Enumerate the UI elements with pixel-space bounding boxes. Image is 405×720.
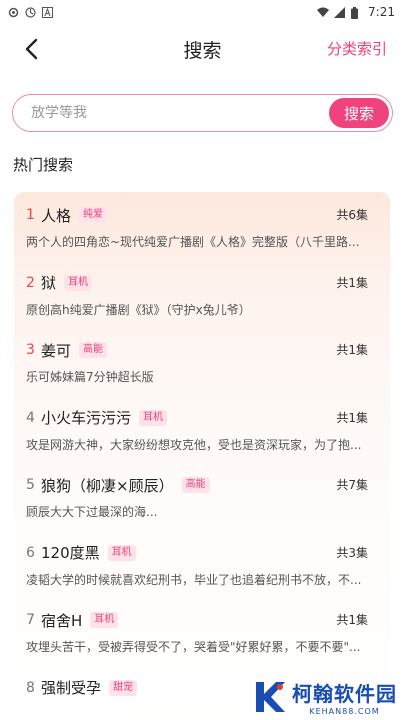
a-letter-icon bbox=[42, 6, 53, 18]
item-title-row: 6 120度黑 耳机 bbox=[26, 543, 378, 563]
hot-search-item[interactable]: 1 人格 纯爱 共6集两个人的四角恋~现代纯爱广播剧《人格》完整版（八千里路... bbox=[26, 192, 378, 260]
item-name: 人格 bbox=[41, 206, 72, 225]
watermark-name: 柯翰软件园 bbox=[292, 682, 397, 706]
item-description: 乐可姊妹篇7分钟超长版 bbox=[26, 370, 154, 384]
item-tag-badge: 甜宠 bbox=[109, 679, 138, 696]
hot-search-item[interactable]: 7 宿舍H 耳机 共1集攻埋头苦干，受被弄得受不了，哭着受"好累好累，不要不要"... bbox=[26, 597, 378, 665]
item-title-row: 2 狱耳机 bbox=[26, 273, 378, 293]
search-button[interactable]: 搜索 bbox=[329, 98, 389, 128]
hot-search-item[interactable]: 6 120度黑 耳机 共3集凌韬大学的时候就喜欢纪刑书，毕业了也追着纪刑书不放，不..… bbox=[26, 530, 378, 598]
item-episode-count: 共6集 bbox=[336, 208, 368, 222]
item-description: 凌韬大学的时候就喜欢纪刑书，毕业了也追着纪刑书不放，不... bbox=[26, 572, 362, 587]
header: 搜索 分类索引 bbox=[0, 24, 405, 74]
item-rank: 8 bbox=[26, 679, 35, 696]
chevron-left-icon bbox=[25, 38, 38, 60]
item-episode-count: 共1集 bbox=[336, 275, 368, 290]
item-name: 姜可 bbox=[41, 341, 72, 360]
item-description: 攻埋头苦干，受被弄得受不了，哭着受"好累好累，不要不要"... bbox=[26, 640, 361, 654]
item-tag-badge: 纯爱 bbox=[79, 207, 108, 223]
hot-search-item[interactable]: 4 小火车污污污 耳机 共1集攻是网游大神，大家纷纷想攻克他，受也是资深玩家，为了抱.… bbox=[26, 395, 378, 463]
target-icon bbox=[25, 6, 36, 18]
watermark: 柯翰软件园 KEHAN88.COM bbox=[250, 678, 397, 716]
item-name: 狱 bbox=[41, 274, 57, 292]
item-episode-count: 共7集 bbox=[336, 478, 368, 492]
status-time: 7:21 bbox=[368, 5, 395, 19]
item-title-row: 1 人格 纯爱 bbox=[26, 205, 378, 225]
item-title-row: 7 宿舍H 耳机 bbox=[26, 610, 378, 630]
item-tag-badge: 耳机 bbox=[64, 274, 93, 291]
item-rank: 4 bbox=[26, 409, 35, 426]
item-description: 攻是网游大神，大家纷纷想攻克他，受也是资深玩家，为了抱... bbox=[26, 437, 362, 452]
back-button[interactable] bbox=[18, 36, 44, 62]
battery-icon bbox=[351, 6, 362, 19]
hot-search-item[interactable]: 2 狱耳机 共1集 原创高h纯爱广播剧《狱》（守护x兔儿爷） bbox=[26, 260, 378, 328]
item-tag-badge: 耳机 bbox=[90, 612, 119, 628]
settings-icon bbox=[8, 7, 19, 18]
hot-search-title: 热门搜索 bbox=[13, 156, 74, 174]
item-episode-count: 共1集 bbox=[336, 410, 368, 425]
item-rank: 5 bbox=[26, 477, 35, 493]
search-input[interactable] bbox=[13, 105, 313, 121]
wifi-icon bbox=[317, 7, 330, 18]
item-title-row: 4 小火车污污污 耳机 bbox=[26, 408, 378, 428]
signal-icon bbox=[334, 6, 346, 18]
item-rank: 2 bbox=[26, 274, 35, 291]
hot-search-item[interactable]: 3 姜可 高能 共1集乐可姊妹篇7分钟超长版 bbox=[26, 327, 378, 395]
kehan-logo-icon bbox=[256, 682, 285, 712]
hot-search-item[interactable]: 5 狼狗（柳凄×顾辰） 高能 共7集顾辰大大下过最深的海... bbox=[26, 462, 378, 530]
watermark-url: KEHAN88.COM bbox=[309, 707, 380, 716]
item-description: 两个人的四角恋~现代纯爱广播剧《人格》完整版（八千里路... bbox=[26, 235, 360, 249]
item-description: 原创高h纯爱广播剧《狱》（守护x兔儿爷） bbox=[26, 302, 251, 317]
item-tag-badge: 高能 bbox=[181, 477, 210, 493]
item-name: 宿舍H bbox=[41, 611, 83, 630]
item-tag-badge: 耳机 bbox=[107, 544, 136, 561]
item-name: 120度黑 bbox=[41, 544, 100, 562]
category-index-link[interactable]: 分类索引 bbox=[327, 38, 387, 59]
item-rank: 6 bbox=[26, 544, 35, 561]
item-description: 顾辰大大下过最深的海... bbox=[26, 505, 158, 519]
item-rank: 3 bbox=[26, 342, 35, 358]
item-episode-count: 共3集 bbox=[336, 545, 368, 560]
item-title-row: 3 姜可 高能 bbox=[26, 340, 378, 360]
search-bar: 搜索 bbox=[12, 94, 393, 132]
item-episode-count: 共1集 bbox=[336, 613, 368, 627]
item-rank: 1 bbox=[26, 207, 35, 223]
item-rank: 7 bbox=[26, 612, 35, 628]
item-tag-badge: 高能 bbox=[79, 342, 108, 358]
hot-search-list: 1 人格 纯爱 共6集两个人的四角恋~现代纯爱广播剧《人格》完整版（八千里路... 2 狱… bbox=[14, 192, 390, 720]
item-episode-count: 共1集 bbox=[336, 343, 368, 357]
item-name: 强制受孕 bbox=[41, 679, 102, 697]
item-name: 小火车污污污 bbox=[41, 409, 132, 427]
item-title-row: 5 狼狗（柳凄×顾辰） 高能 bbox=[26, 475, 378, 495]
status-bar: 7:21 bbox=[0, 0, 405, 24]
item-tag-badge: 耳机 bbox=[139, 409, 168, 426]
item-name: 狼狗（柳凄×顾辰） bbox=[41, 476, 174, 495]
